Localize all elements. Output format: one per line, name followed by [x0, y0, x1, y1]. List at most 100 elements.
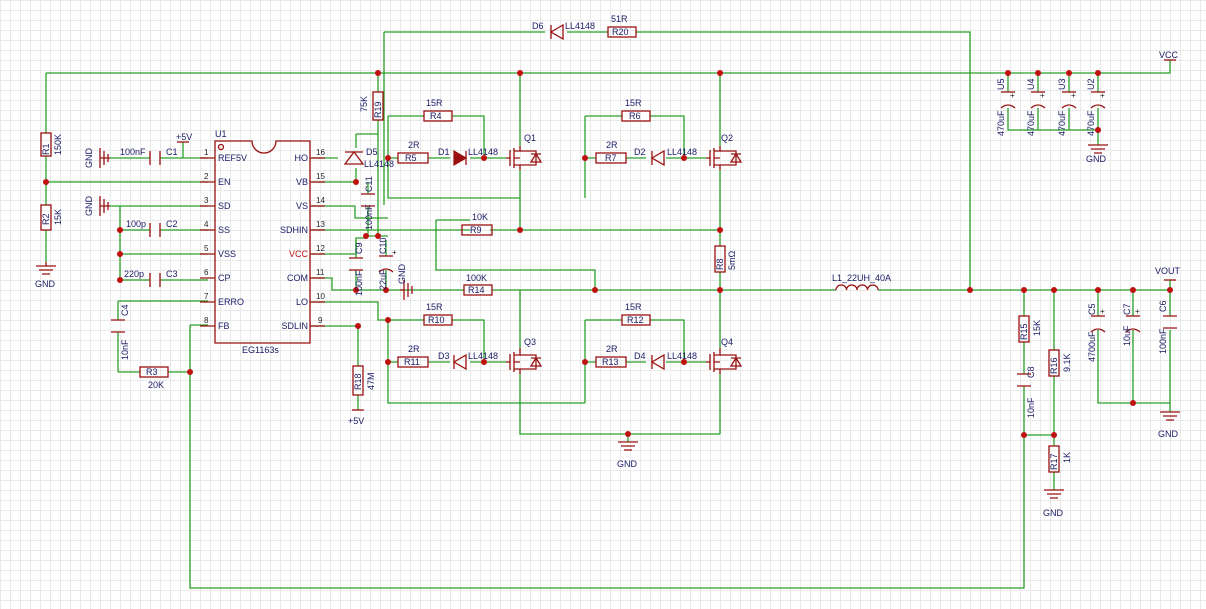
svg-text:220p: 220p [124, 269, 144, 279]
svg-text:GND: GND [35, 279, 56, 289]
schematic: U1 EG1163s 1 2 3 4 5 6 7 8 REF5V EN SD S… [35, 14, 1181, 589]
svg-text:R12: R12 [627, 315, 644, 325]
svg-text:VOUT: VOUT [1155, 266, 1181, 276]
resistor-r16: R16 9.1K [1048, 349, 1072, 377]
svg-text:+5V: +5V [176, 132, 192, 142]
svg-text:ERRO: ERRO [218, 297, 244, 307]
svg-text:16: 16 [316, 148, 325, 157]
svg-text:SDLIN: SDLIN [281, 321, 308, 331]
svg-text:U2: U2 [1086, 78, 1096, 90]
svg-text:2R: 2R [408, 140, 420, 150]
svg-text:R9: R9 [470, 225, 482, 235]
capacitor-u5: + U5 470uF [996, 78, 1016, 136]
svg-text:20K: 20K [148, 380, 164, 390]
resistor-r18: R18 47M [352, 365, 376, 396]
svg-text:R4: R4 [430, 111, 442, 121]
svg-text:470uF: 470uF [1057, 110, 1067, 136]
svg-text:R7: R7 [605, 153, 617, 163]
capacitor-c9: C9 100nF [349, 242, 364, 296]
svg-text:R6: R6 [629, 111, 641, 121]
capacitor-c8: C8 10nF [1017, 366, 1036, 418]
svg-text:2R: 2R [606, 140, 618, 150]
resistor-r4: 15R R4 [423, 98, 453, 122]
svg-text:470uF: 470uF [1086, 110, 1096, 136]
svg-text:+: + [1010, 91, 1015, 100]
svg-text:C9: C9 [354, 242, 364, 254]
resistor-r15: R15 15K [1018, 315, 1042, 343]
svg-text:4700uF: 4700uF [1087, 331, 1097, 362]
svg-text:SDHIN: SDHIN [280, 225, 308, 235]
gnd-symbol-bulk: GND [1086, 144, 1108, 164]
gnd-symbol-c10: GND [397, 264, 413, 300]
svg-text:C1: C1 [166, 147, 178, 157]
svg-text:5: 5 [204, 244, 209, 253]
svg-text:VS: VS [296, 201, 308, 211]
svg-text:2: 2 [204, 172, 209, 181]
svg-text:100nF: 100nF [364, 204, 374, 230]
svg-text:8: 8 [204, 316, 209, 325]
svg-text:D6: D6 [532, 21, 544, 31]
inductor-l1: L1_22UH_40A [832, 273, 891, 291]
svg-text:CP: CP [218, 273, 231, 283]
svg-text:GND: GND [617, 459, 638, 469]
svg-text:R1: R1 [41, 143, 51, 155]
svg-text:EN: EN [218, 177, 231, 187]
ic-ref: U1 [215, 129, 227, 139]
svg-text:13: 13 [316, 220, 325, 229]
svg-text:4: 4 [204, 220, 209, 229]
svg-text:GND: GND [397, 264, 407, 285]
svg-text:R20: R20 [612, 27, 629, 37]
svg-text:D4: D4 [634, 351, 646, 361]
svg-text:LL4148: LL4148 [364, 159, 394, 169]
svg-text:3: 3 [204, 196, 209, 205]
svg-text:15K: 15K [53, 209, 63, 225]
svg-text:C8: C8 [1026, 366, 1036, 378]
resistor-r14: 100K R14 [463, 273, 493, 296]
svg-text:R10: R10 [428, 315, 445, 325]
svg-text:R8: R8 [715, 258, 725, 270]
svg-text:11: 11 [316, 268, 325, 277]
svg-text:LL4148: LL4148 [565, 21, 595, 31]
svg-text:+: + [1040, 91, 1045, 100]
capacitor-u2: + U2 470uF [1086, 78, 1106, 136]
gnd-symbol-output: GND [1158, 411, 1180, 439]
svg-text:51R: 51R [611, 14, 628, 24]
svg-text:FB: FB [218, 321, 230, 331]
svg-text:C3: C3 [166, 269, 178, 279]
svg-text:R17: R17 [1049, 453, 1059, 470]
diode-d2: D2 LL4148 [634, 147, 697, 167]
resistor-r13: 2R R13 [595, 344, 627, 368]
svg-text:D1: D1 [438, 147, 450, 157]
svg-text:REF5V: REF5V [218, 153, 247, 163]
svg-text:HO: HO [295, 153, 309, 163]
svg-text:+: + [1100, 307, 1105, 316]
resistor-r1: R1 150K [40, 132, 63, 157]
svg-text:Q4: Q4 [721, 337, 733, 347]
svg-text:Q2: Q2 [721, 133, 733, 143]
svg-text:2R: 2R [606, 344, 618, 354]
svg-text:R2: R2 [41, 213, 51, 225]
capacitor-u3: + U3 470uF [1057, 78, 1077, 136]
svg-text:1K: 1K [1062, 452, 1072, 463]
ic-part: EG1163s [242, 345, 279, 355]
svg-text:GND: GND [84, 196, 94, 217]
mosfet-q3: Q3 [506, 337, 543, 374]
svg-text:15R: 15R [426, 98, 443, 108]
diode-d4: D4 LL4148 [634, 351, 697, 371]
svg-text:Q1: Q1 [524, 133, 536, 143]
resistor-r20: 51R R20 [607, 14, 637, 38]
svg-text:LL4148: LL4148 [468, 351, 498, 361]
capacitor-c10: + C10 22uF [378, 237, 397, 290]
svg-text:100p: 100p [126, 219, 146, 229]
svg-text:9: 9 [318, 316, 323, 325]
svg-text:75K: 75K [359, 96, 369, 112]
svg-text:15R: 15R [625, 302, 642, 312]
svg-text:D2: D2 [634, 147, 646, 157]
svg-text:5mΩ: 5mΩ [727, 250, 737, 270]
resistor-r2: R2 15K [40, 204, 63, 231]
vout-label: VOUT [1155, 266, 1181, 281]
svg-text:C10: C10 [378, 237, 388, 254]
svg-text:VCC: VCC [289, 249, 309, 259]
svg-text:R11: R11 [404, 357, 420, 367]
resistor-r8: R8 5mΩ [714, 245, 737, 273]
